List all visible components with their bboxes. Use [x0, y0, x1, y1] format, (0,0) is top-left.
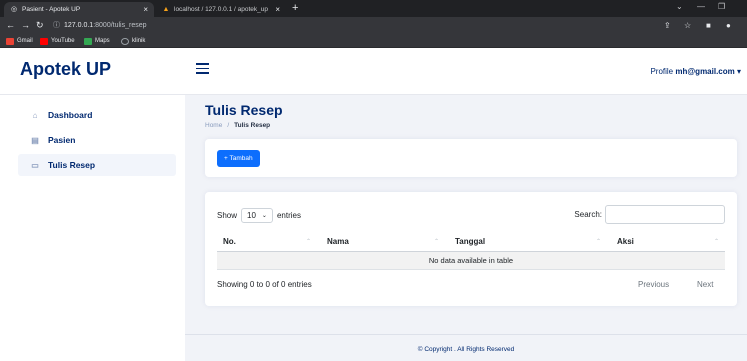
youtube-icon: [40, 37, 48, 45]
close-tab-icon[interactable]: ×: [275, 5, 280, 14]
show-entries: Show 10 ⌄ entries: [217, 208, 301, 223]
breadcrumb-current: Tulis Resep: [234, 122, 271, 129]
bookmark-label: Gmail: [17, 38, 33, 44]
column-header-tanggal[interactable]: Tanggal: [455, 237, 485, 246]
profile-icon[interactable]: ●: [726, 19, 731, 32]
sort-icon: ⌃: [306, 239, 312, 245]
app-header: Apotek UP Profile mh@gmail.com ▾: [0, 48, 747, 95]
globe-icon: ◎: [10, 5, 18, 13]
breadcrumb: Home / Tulis Resep: [205, 122, 270, 129]
search-group: Search:: [574, 205, 725, 224]
share-icon[interactable]: ⇪: [664, 19, 671, 32]
footer-divider: [185, 334, 747, 335]
next-page-button[interactable]: Next: [697, 280, 713, 289]
maximize-icon[interactable]: ❐: [718, 2, 725, 11]
sort-icon: ⌃: [714, 239, 720, 245]
url-field[interactable]: ⓘ 127.0.0.1:8000/tulis_resep: [53, 20, 147, 31]
sidebar-item-pasien[interactable]: ▤ Pasien: [18, 129, 176, 151]
table-info: Showing 0 to 0 of 0 entries: [217, 280, 312, 289]
entries-select[interactable]: 10 ⌄: [241, 208, 273, 223]
table-header: No. ⌃ Nama ⌃ Tanggal ⌃ Aksi ⌃: [217, 232, 725, 252]
url-path: :8000/tulis_resep: [93, 22, 147, 29]
breadcrumb-home[interactable]: Home: [205, 122, 222, 129]
column-header-nama[interactable]: Nama: [327, 237, 349, 246]
sidebar-item-tulis-resep[interactable]: ▭ Tulis Resep: [18, 154, 176, 176]
forward-arrow-icon[interactable]: →: [21, 19, 30, 32]
caret-down-icon: ▾: [736, 67, 741, 76]
bookmark-star-icon[interactable]: ☆: [684, 19, 691, 32]
bookmark-klinik[interactable]: klinik: [121, 36, 145, 46]
show-label: Show: [217, 211, 238, 220]
new-tab-button[interactable]: +: [292, 2, 298, 15]
document-icon: ▭: [31, 160, 39, 170]
bookmark-label: Maps: [95, 38, 110, 44]
phpmyadmin-icon: ▲: [162, 5, 170, 13]
sort-icon: ⌃: [434, 239, 440, 245]
gmail-icon: [6, 37, 14, 45]
sidebar-item-label: Tulis Resep: [48, 160, 96, 170]
clipboard-icon: ▤: [31, 135, 39, 145]
bookmark-maps[interactable]: Maps: [84, 36, 110, 46]
sort-icon: ⌃: [596, 239, 602, 245]
bookmark-youtube[interactable]: YouTube: [40, 36, 75, 46]
profile-dropdown[interactable]: Profile mh@gmail.com ▾: [650, 67, 741, 76]
sidebar-item-label: Pasien: [48, 135, 76, 145]
chevron-down-icon: ⌄: [261, 213, 267, 219]
profile-label: Profile: [650, 67, 674, 76]
sidebar-item-label: Dashboard: [48, 110, 93, 120]
entries-value: 10: [247, 211, 256, 220]
minimize-icon[interactable]: —: [697, 2, 705, 11]
search-input[interactable]: [605, 205, 725, 224]
table-empty-row: No data available in table: [217, 252, 725, 270]
tab-title: Pasient - Apotek UP: [22, 6, 81, 13]
address-bar: ← → ↻ ⓘ 127.0.0.1:8000/tulis_resep ⇪ ☆ ■ …: [0, 17, 747, 34]
bookmark-label: klinik: [132, 38, 146, 44]
reload-icon[interactable]: ↻: [36, 19, 44, 32]
close-tab-icon[interactable]: ×: [143, 5, 148, 14]
maps-icon: [84, 37, 92, 45]
url-host: 127.0.0.1: [64, 22, 94, 29]
browser-tab[interactable]: ▲ localhost / 127.0.0.1 / apotek_up ×: [156, 2, 286, 17]
bookmarks-bar: Gmail YouTube Maps klinik: [0, 34, 747, 48]
breadcrumb-separator: /: [227, 122, 230, 129]
sidebar: ⌂ Dashboard ▤ Pasien ▭ Tulis Resep: [0, 95, 185, 361]
search-label: Search:: [574, 210, 602, 219]
previous-page-button[interactable]: Previous: [638, 280, 669, 289]
globe-icon: [121, 37, 129, 45]
bookmark-label: YouTube: [51, 38, 75, 44]
home-icon: ⌂: [32, 110, 38, 120]
site-info-icon[interactable]: ⓘ: [53, 22, 60, 29]
table-card: Show 10 ⌄ entries Search: No. ⌃ Nama ⌃ T…: [205, 192, 737, 306]
brand-logo[interactable]: Apotek UP: [20, 59, 111, 80]
profile-email: mh@gmail.com: [675, 67, 735, 76]
bookmark-gmail[interactable]: Gmail: [6, 36, 33, 46]
tambah-button[interactable]: + Tambah: [217, 150, 260, 167]
page-title: Tulis Resep: [205, 102, 283, 118]
sidepanel-icon[interactable]: ■: [706, 19, 711, 32]
sidebar-item-dashboard[interactable]: ⌂ Dashboard: [18, 104, 176, 126]
column-header-no[interactable]: No.: [223, 237, 236, 246]
action-card: + Tambah: [205, 139, 737, 177]
browser-tab-active[interactable]: ◎ Pasient - Apotek UP ×: [4, 2, 154, 17]
column-header-aksi[interactable]: Aksi: [617, 237, 634, 246]
footer-copyright: © Copyright . All Rights Reserved: [417, 346, 515, 353]
back-arrow-icon[interactable]: ←: [6, 19, 15, 32]
browser-tab-bar: ◎ Pasient - Apotek UP × ▲ localhost / 12…: [0, 0, 747, 17]
hamburger-menu-icon[interactable]: [196, 63, 209, 74]
entries-label: entries: [276, 211, 301, 220]
tab-search-icon[interactable]: ⌄: [676, 2, 683, 11]
tab-title: localhost / 127.0.0.1 / apotek_up: [174, 6, 268, 13]
